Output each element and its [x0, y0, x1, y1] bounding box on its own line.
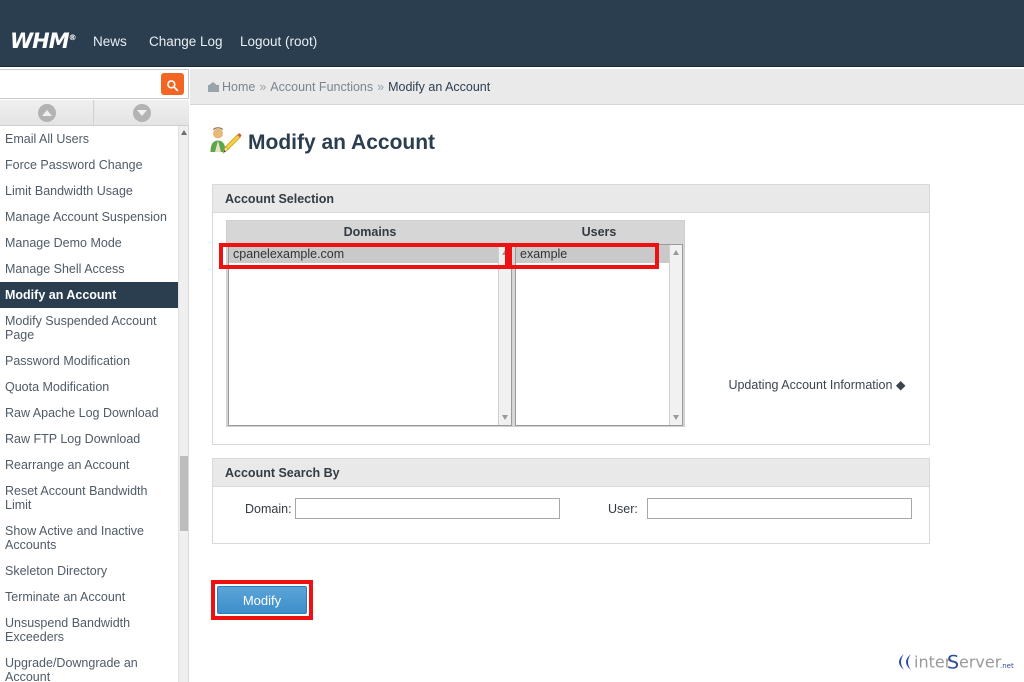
nav-link-news[interactable]: News: [93, 34, 127, 49]
users-listbox-scrollbar[interactable]: [669, 245, 682, 425]
user-search-label: User:: [608, 502, 638, 516]
top-navigation-bar: WHM® News Change Log Logout (root): [0, 0, 1024, 67]
sidebar-item-unsuspend-bandwidth-exceeders[interactable]: Unsuspend Bandwidth Exceeders: [0, 610, 178, 650]
sidebar-item-rearrange-an-account[interactable]: Rearrange an Account: [0, 452, 178, 478]
page-title-text: Modify an Account: [248, 131, 435, 154]
sidebar-item-terminate-an-account[interactable]: Terminate an Account: [0, 584, 178, 610]
expand-all-button[interactable]: [95, 100, 189, 125]
user-search-input[interactable]: [647, 498, 912, 519]
breadcrumb-bar: Home » Account Functions » Modify an Account: [190, 69, 1024, 105]
svg-text:S: S: [947, 652, 959, 674]
sidebar-item-modify-an-account[interactable]: Modify an Account: [0, 282, 178, 308]
sidebar-toggle-bar: [0, 100, 189, 126]
sidebar-item-password-modification[interactable]: Password Modification: [0, 348, 178, 374]
whm-logo-text: WHM: [10, 29, 69, 53]
sidebar-item-raw-ftp-log-download[interactable]: Raw FTP Log Download: [0, 426, 178, 452]
sidebar-navigation: Email All UsersForce Password ChangeLimi…: [0, 126, 189, 682]
sidebar-item-email-all-users[interactable]: Email All Users: [0, 126, 178, 152]
breadcrumb-current: Modify an Account: [388, 80, 490, 94]
breadcrumb-home[interactable]: Home: [222, 80, 255, 94]
updating-account-information-status: Updating Account Information ◆: [703, 377, 931, 392]
account-selection-heading: Account Selection: [213, 185, 929, 213]
svg-text:erver: erver: [959, 653, 1002, 672]
domains-listbox[interactable]: cpanelexample.com: [228, 244, 512, 426]
user-edit-icon: [208, 126, 242, 156]
account-search-heading: Account Search By: [213, 459, 929, 487]
sidebar-item-reset-account-bandwidth-limit[interactable]: Reset Account Bandwidth Limit: [0, 478, 178, 518]
search-icon: [166, 79, 179, 92]
page-title: Modify an Account: [208, 126, 435, 166]
account-search-panel: Account Search By Domain: User:: [212, 458, 930, 544]
account-selection-panel: Account Selection Domains cpanelexample.…: [212, 184, 930, 445]
sidebar-item-manage-demo-mode[interactable]: Manage Demo Mode: [0, 230, 178, 256]
sidebar-item-raw-apache-log-download[interactable]: Raw Apache Log Download: [0, 400, 178, 426]
sidebar-scrollbar-track[interactable]: [178, 126, 189, 682]
sidebar-item-modify-suspended-account-page[interactable]: Modify Suspended Account Page: [0, 308, 178, 348]
breadcrumb-separator-2: »: [377, 80, 384, 94]
collapse-all-button[interactable]: [0, 100, 94, 125]
sidebar-item-show-active-and-inactive-accounts[interactable]: Show Active and Inactive Accounts: [0, 518, 178, 558]
domains-listbox-scrollbar[interactable]: [498, 245, 511, 425]
breadcrumb-separator-1: »: [259, 80, 266, 94]
search-button[interactable]: [161, 73, 184, 95]
sidebar-scrollbar-thumb[interactable]: [180, 456, 189, 531]
whm-logo: WHM®: [10, 28, 76, 48]
users-list-item[interactable]: example: [516, 245, 669, 263]
chevron-down-icon: [133, 104, 151, 122]
sidebar-search-container: [0, 69, 189, 99]
sidebar-item-manage-shell-access[interactable]: Manage Shell Access: [0, 256, 178, 282]
nav-link-change-log[interactable]: Change Log: [149, 34, 223, 49]
sidebar-item-force-password-change[interactable]: Force Password Change: [0, 152, 178, 178]
breadcrumb: Home » Account Functions » Modify an Account: [208, 80, 490, 94]
sidebar-item-quota-modification[interactable]: Quota Modification: [0, 374, 178, 400]
users-listbox[interactable]: example: [515, 244, 683, 426]
domains-scroll-down-arrow-icon[interactable]: [499, 411, 512, 425]
modify-button[interactable]: Modify: [217, 586, 307, 614]
home-icon: [208, 82, 219, 92]
sidebar-item-limit-bandwidth-usage[interactable]: Limit Bandwidth Usage: [0, 178, 178, 204]
users-scroll-up-arrow-icon[interactable]: [670, 245, 683, 259]
domains-list-item[interactable]: cpanelexample.com: [229, 245, 498, 263]
domains-scroll-up-arrow-icon[interactable]: [499, 245, 512, 259]
chevron-up-icon: [38, 104, 56, 122]
account-list-group: Domains cpanelexample.com Users example: [226, 220, 685, 427]
whm-logo-registered-mark: ®: [69, 33, 76, 42]
domains-column-header: Domains: [228, 222, 512, 243]
users-column-header: Users: [515, 222, 683, 243]
sidebar-item-manage-account-suspension[interactable]: Manage Account Suspension: [0, 204, 178, 230]
interserver-logo: inter S erver .net: [890, 650, 1014, 674]
domain-search-label: Domain:: [245, 502, 292, 516]
sidebar-item-upgrade-downgrade-an-account[interactable]: Upgrade/Downgrade an Account: [0, 650, 178, 682]
scroll-up-arrow-icon[interactable]: [179, 126, 189, 138]
breadcrumb-account-functions[interactable]: Account Functions: [270, 80, 373, 94]
sidebar-item-skeleton-directory[interactable]: Skeleton Directory: [0, 558, 178, 584]
svg-text:.net: .net: [1000, 662, 1014, 670]
search-input[interactable]: [4, 73, 159, 95]
sidebar-menu-list: Email All UsersForce Password ChangeLimi…: [0, 126, 178, 682]
nav-link-logout[interactable]: Logout (root): [240, 34, 317, 49]
users-scroll-down-arrow-icon[interactable]: [670, 411, 683, 425]
domain-search-input[interactable]: [295, 498, 560, 519]
